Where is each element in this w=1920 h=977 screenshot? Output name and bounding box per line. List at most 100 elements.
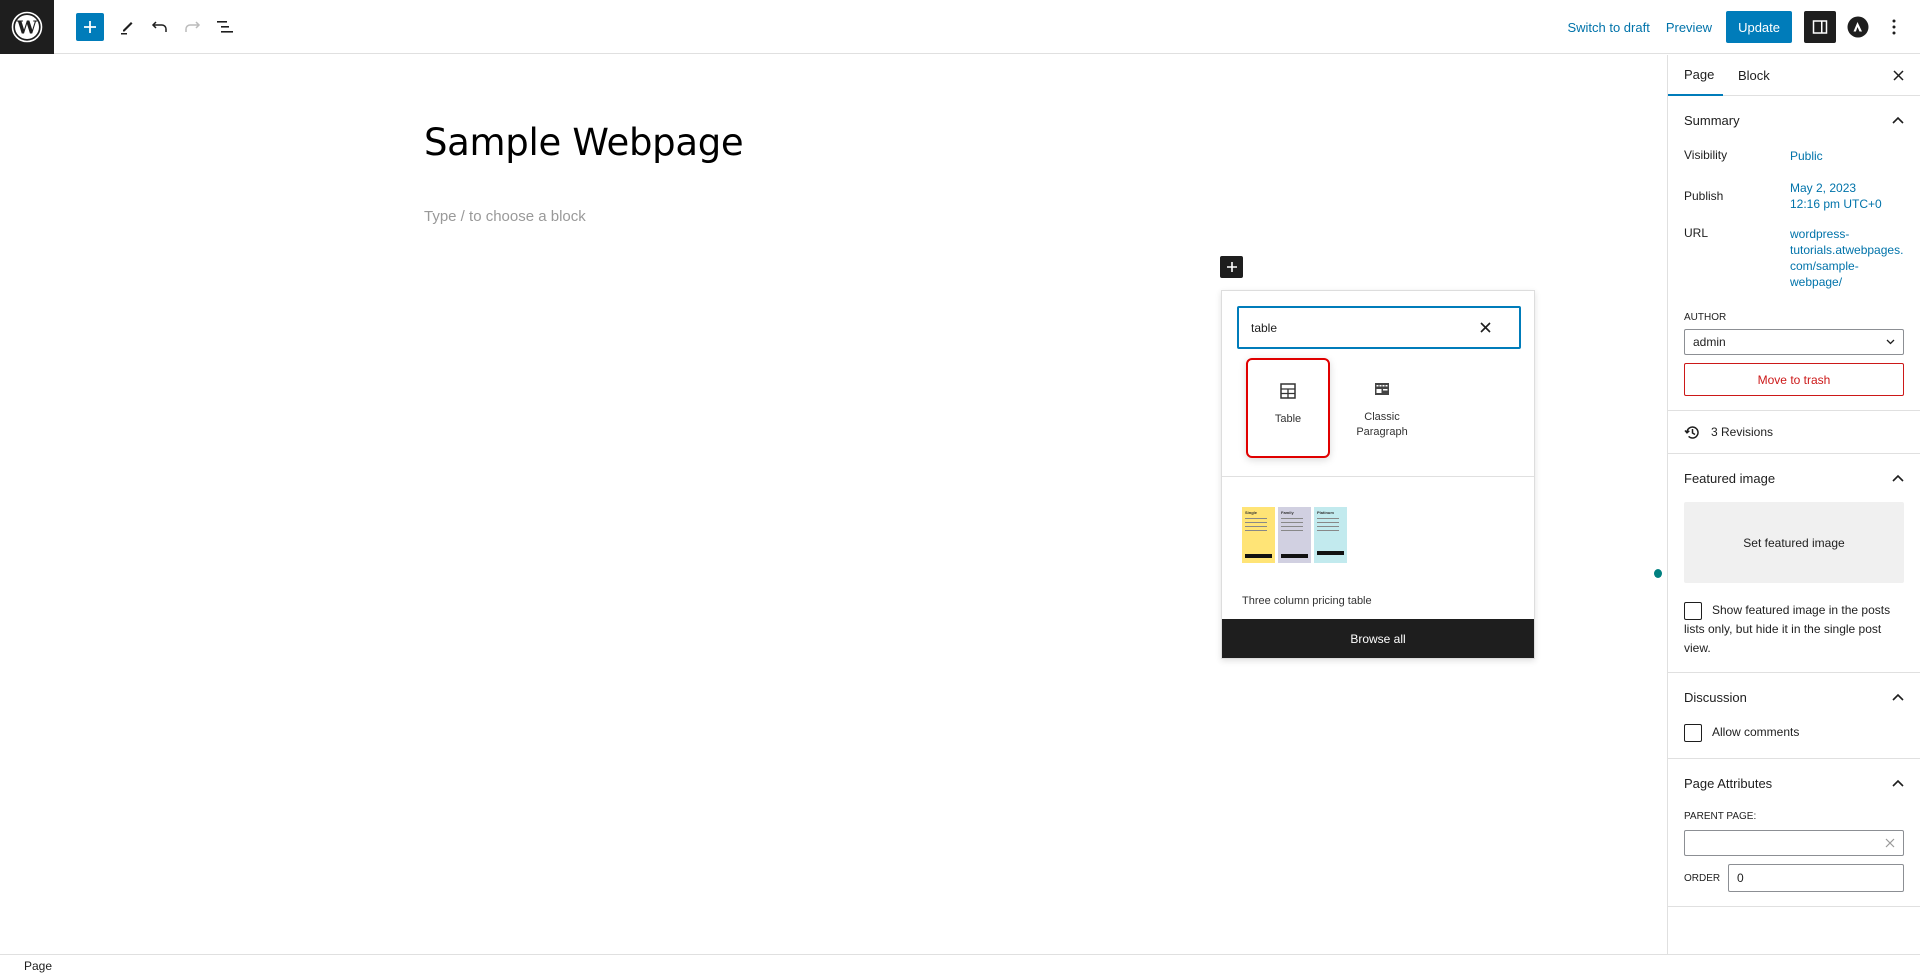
pattern-column-title: Single bbox=[1245, 510, 1258, 515]
page-title[interactable]: Sample Webpage bbox=[424, 121, 744, 164]
sidebar-resize-handle[interactable] bbox=[1654, 569, 1662, 578]
pattern-column-title: Family bbox=[1281, 510, 1294, 515]
publish-label: Publish bbox=[1684, 189, 1724, 203]
pattern-column-single: Single bbox=[1242, 507, 1275, 563]
order-row: ORDER 0 bbox=[1684, 864, 1904, 892]
options-menu-button[interactable] bbox=[1878, 11, 1910, 43]
block-search-input[interactable] bbox=[1251, 320, 1471, 335]
publish-row: Publish May 2, 2023 12:16 pm UTC+0 bbox=[1668, 180, 1920, 212]
allow-comments-checkbox[interactable] bbox=[1684, 723, 1702, 742]
summary-panel: Summary Visibility Public Publish May 2,… bbox=[1668, 96, 1920, 411]
wordpress-logo-button[interactable]: W bbox=[0, 0, 54, 54]
inline-add-block-button[interactable] bbox=[1220, 256, 1243, 278]
chevron-up-icon bbox=[1892, 116, 1904, 124]
url-row: URL wordpress- tutorials.atwebpages. com… bbox=[1668, 226, 1920, 290]
browse-all-button[interactable]: Browse all bbox=[1222, 619, 1534, 658]
clear-icon[interactable] bbox=[1885, 838, 1895, 848]
undo-icon bbox=[151, 21, 167, 32]
author-select[interactable]: admin bbox=[1684, 329, 1904, 355]
pattern-column-family: Family bbox=[1278, 507, 1311, 563]
plus-icon bbox=[84, 21, 96, 33]
tools-button[interactable] bbox=[113, 13, 141, 41]
pattern-label[interactable]: Three column pricing table bbox=[1242, 595, 1372, 607]
visibility-value[interactable]: Public bbox=[1790, 148, 1823, 164]
featured-image-option: Show featured image in the posts lists o… bbox=[1668, 583, 1920, 672]
clear-search-button[interactable] bbox=[1477, 308, 1493, 347]
revisions-panel: 3 Revisions bbox=[1668, 411, 1920, 454]
update-button[interactable]: Update bbox=[1726, 11, 1792, 43]
allow-comments-option: Allow comments bbox=[1668, 721, 1920, 758]
switch-to-draft-button[interactable]: Switch to draft bbox=[1559, 20, 1657, 35]
empty-block-placeholder[interactable]: Type / to choose a block bbox=[424, 208, 586, 225]
featured-image-checkbox[interactable] bbox=[1684, 601, 1702, 620]
move-to-trash-button[interactable]: Move to trash bbox=[1684, 363, 1904, 396]
undo-button[interactable] bbox=[146, 13, 174, 41]
chevron-down-icon bbox=[1886, 339, 1895, 345]
featured-image-checkbox-label: Show featured image in the posts lists o… bbox=[1684, 603, 1891, 655]
block-option-classic-paragraph[interactable]: Classic Paragraph bbox=[1340, 358, 1424, 458]
tab-page[interactable]: Page bbox=[1668, 55, 1723, 96]
url-line: com/sample- bbox=[1790, 259, 1859, 273]
revisions-label: 3 Revisions bbox=[1711, 425, 1774, 439]
visibility-row: Visibility Public bbox=[1668, 148, 1920, 164]
panel-title: Discussion bbox=[1684, 689, 1747, 705]
block-option-label: Classic Paragraph bbox=[1356, 411, 1408, 438]
publish-date: May 2, 2023 bbox=[1790, 181, 1857, 195]
author-label: AUTHOR bbox=[1684, 312, 1727, 323]
url-line: webpage/ bbox=[1790, 275, 1843, 289]
close-icon bbox=[1479, 322, 1491, 333]
discussion-panel-toggle[interactable]: Discussion bbox=[1668, 673, 1920, 721]
chevron-up-icon bbox=[1892, 474, 1904, 482]
summary-panel-toggle[interactable]: Summary bbox=[1668, 96, 1920, 144]
breadcrumb-page[interactable]: Page bbox=[24, 959, 52, 973]
order-input[interactable]: 0 bbox=[1728, 864, 1904, 892]
featured-image-panel-toggle[interactable]: Featured image bbox=[1668, 454, 1920, 502]
publish-date-value[interactable]: May 2, 2023 12:16 pm UTC+0 bbox=[1790, 180, 1882, 212]
sidebar-toggle-icon bbox=[1812, 20, 1828, 34]
editor-header: W Switch to draft Preview Update bbox=[0, 0, 1920, 54]
revisions-link[interactable]: 3 Revisions bbox=[1668, 411, 1920, 453]
allow-comments-label: Allow comments bbox=[1712, 725, 1800, 739]
tab-block[interactable]: Block bbox=[1738, 55, 1770, 96]
pattern-column-title: Platinum bbox=[1317, 510, 1334, 515]
block-search-field[interactable] bbox=[1237, 306, 1521, 349]
block-option-table[interactable]: Table bbox=[1246, 358, 1330, 458]
list-view-button[interactable] bbox=[211, 13, 239, 41]
publish-time: 12:16 pm UTC+0 bbox=[1790, 197, 1882, 211]
table-icon bbox=[1280, 383, 1296, 399]
block-results: Table Classic Paragraph bbox=[1222, 358, 1534, 468]
close-icon bbox=[1892, 69, 1904, 81]
set-featured-image-button[interactable]: Set featured image bbox=[1684, 502, 1904, 583]
svg-text:W: W bbox=[16, 18, 38, 39]
url-value[interactable]: wordpress- tutorials.atwebpages. com/sam… bbox=[1790, 226, 1903, 290]
astra-settings-button[interactable] bbox=[1842, 11, 1874, 43]
redo-icon bbox=[185, 21, 201, 32]
list-view-icon bbox=[217, 21, 233, 33]
classic-icon bbox=[1375, 383, 1389, 395]
plus-icon bbox=[1226, 262, 1237, 272]
preview-button[interactable]: Preview bbox=[1658, 20, 1720, 35]
quick-inserter-popover: Table Classic Paragraph Single Family bbox=[1221, 290, 1535, 659]
settings-sidebar-toggle[interactable] bbox=[1804, 11, 1836, 43]
pattern-preview[interactable]: Single Family Platinum bbox=[1242, 507, 1352, 565]
discussion-panel: Discussion Allow comments bbox=[1668, 673, 1920, 759]
pencil-icon bbox=[121, 22, 133, 35]
order-label: ORDER bbox=[1684, 872, 1721, 884]
featured-image-panel: Featured image Set featured image Show f… bbox=[1668, 454, 1920, 673]
history-icon bbox=[1684, 425, 1699, 439]
pattern-column-platinum: Platinum bbox=[1314, 507, 1347, 563]
editor-canvas: Sample Webpage Type / to choose a block … bbox=[0, 55, 1667, 954]
redo-button[interactable] bbox=[178, 13, 206, 41]
visibility-label: Visibility bbox=[1684, 148, 1728, 162]
url-label: URL bbox=[1684, 226, 1709, 240]
add-block-button[interactable] bbox=[76, 13, 104, 41]
url-line: tutorials.atwebpages. bbox=[1790, 243, 1904, 257]
inserter-divider bbox=[1222, 476, 1534, 477]
close-sidebar-button[interactable] bbox=[1890, 67, 1906, 83]
panel-title: Summary bbox=[1684, 112, 1740, 128]
page-attributes-panel-toggle[interactable]: Page Attributes bbox=[1668, 759, 1920, 807]
sidebar-tabs: Page Block bbox=[1668, 55, 1920, 96]
author-value: admin bbox=[1693, 335, 1726, 349]
editor-footer: Page bbox=[0, 954, 1920, 977]
parent-page-combobox[interactable] bbox=[1684, 830, 1904, 856]
